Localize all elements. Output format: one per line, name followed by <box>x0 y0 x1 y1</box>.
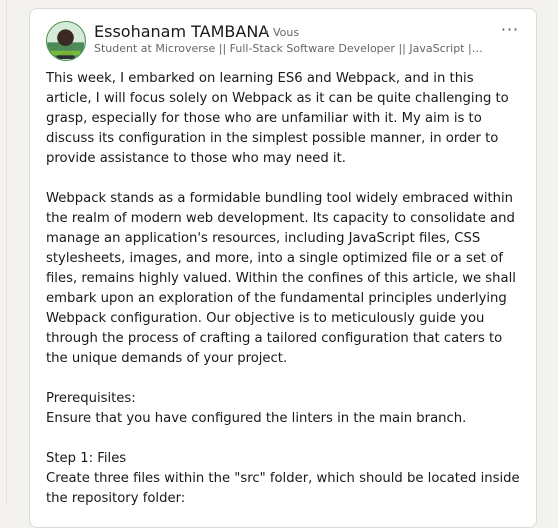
step1-heading: Step 1: Files <box>46 451 127 466</box>
post-paragraph-webpack: Webpack stands as a formidable bundling … <box>46 191 516 366</box>
author-relation-label: • Vous <box>263 26 300 39</box>
prerequisites-text: Ensure that you have configured the lint… <box>46 411 467 426</box>
author-name[interactable]: Essohanam TAMBANA <box>94 22 269 41</box>
post-body: This week, I embarked on learning ES6 an… <box>46 69 522 527</box>
prerequisites-heading: Prerequisites: <box>46 391 136 406</box>
step1-text: Create three files within the "src" fold… <box>46 471 520 506</box>
author-headline: Student at Microverse || Full-Stack Soft… <box>94 42 484 55</box>
post-paragraph-intro: This week, I embarked on learning ES6 an… <box>46 71 509 166</box>
page-left-divider <box>6 0 7 504</box>
more-horizontal-icon: ··· <box>500 20 520 39</box>
profile-photo-icon <box>47 22 84 59</box>
post-card: Essohanam TAMBANA • Vous Student at Micr… <box>29 8 537 528</box>
more-options-button[interactable]: ··· <box>496 20 524 40</box>
author-avatar[interactable] <box>46 21 86 61</box>
